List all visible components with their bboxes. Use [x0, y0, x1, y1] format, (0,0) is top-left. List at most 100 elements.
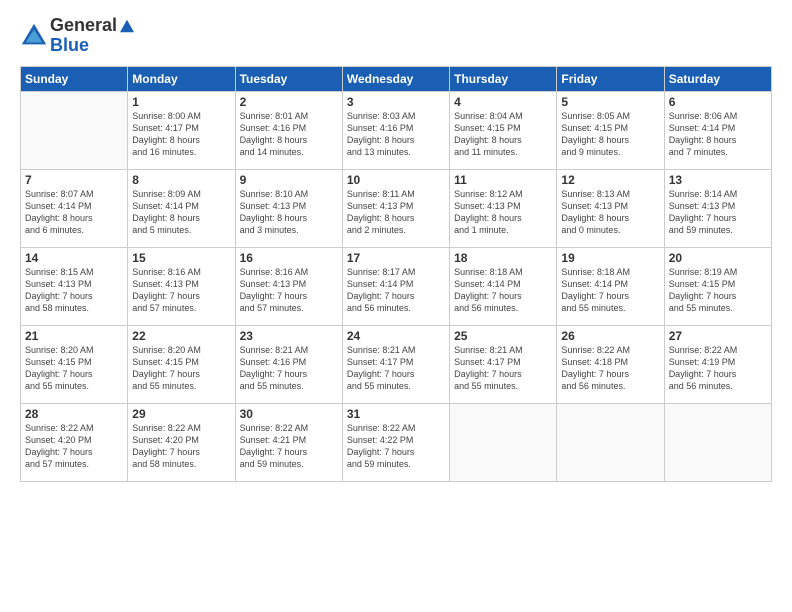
day-cell: 10Sunrise: 8:11 AM Sunset: 4:13 PM Dayli… — [342, 169, 449, 247]
day-cell — [450, 403, 557, 481]
day-number: 17 — [347, 251, 445, 265]
day-info: Sunrise: 8:13 AM Sunset: 4:13 PM Dayligh… — [561, 188, 659, 237]
day-cell: 28Sunrise: 8:22 AM Sunset: 4:20 PM Dayli… — [21, 403, 128, 481]
week-row-4: 28 Sunrise: 8:22 AM Sunset: 4:20 PM Dayli… — [21, 403, 772, 481]
day-info: Sunrise: 8:21 AM Sunset: 4:16 PM Dayligh… — [240, 344, 338, 393]
day-number: 22 — [132, 329, 230, 343]
day-number: 14 — [25, 251, 123, 265]
day-cell: 14Sunrise: 8:15 AM Sunset: 4:13 PM Dayli… — [21, 247, 128, 325]
week-row-2: 14Sunrise: 8:15 AM Sunset: 4:13 PM Dayli… — [21, 247, 772, 325]
day-number: 1 — [132, 95, 230, 109]
day-info: Sunrise: 8:09 AM Sunset: 4:14 PM Dayligh… — [132, 188, 230, 237]
day-number: 24 — [347, 329, 445, 343]
day-info: Sunrise: 8:11 AM Sunset: 4:13 PM Dayligh… — [347, 188, 445, 237]
day-info: Sunrise: 8:22 AM Sunset: 4:18 PM Dayligh… — [561, 344, 659, 393]
day-number: 25 — [454, 329, 552, 343]
day-info: Sunrise: 8:05 AM Sunset: 4:15 PM Dayligh… — [561, 110, 659, 159]
day-number: 7 — [25, 173, 123, 187]
day-number: 2 — [240, 95, 338, 109]
day-number: 16 — [240, 251, 338, 265]
header: GeneralBlue — [20, 16, 772, 56]
day-info: Sunrise: 8:21 AM Sunset: 4:17 PM Dayligh… — [347, 344, 445, 393]
col-header-monday: Monday — [128, 66, 235, 91]
day-number: 29 — [132, 407, 230, 421]
day-number: 20 — [669, 251, 767, 265]
day-cell: 12Sunrise: 8:13 AM Sunset: 4:13 PM Dayli… — [557, 169, 664, 247]
day-cell: 3Sunrise: 8:03 AM Sunset: 4:16 PM Daylig… — [342, 91, 449, 169]
day-cell: 23Sunrise: 8:21 AM Sunset: 4:16 PM Dayli… — [235, 325, 342, 403]
day-cell: 29Sunrise: 8:22 AM Sunset: 4:20 PM Dayli… — [128, 403, 235, 481]
day-cell: 27Sunrise: 8:22 AM Sunset: 4:19 PM Dayli… — [664, 325, 771, 403]
day-info: Sunrise: 8:20 AM Sunset: 4:15 PM Dayligh… — [132, 344, 230, 393]
day-cell: 2Sunrise: 8:01 AM Sunset: 4:16 PM Daylig… — [235, 91, 342, 169]
day-info: Sunrise: 8:16 AM Sunset: 4:13 PM Dayligh… — [240, 266, 338, 315]
day-cell: 6Sunrise: 8:06 AM Sunset: 4:14 PM Daylig… — [664, 91, 771, 169]
day-number: 9 — [240, 173, 338, 187]
page: GeneralBlue SundayMondayTuesdayWednesday… — [0, 0, 792, 612]
day-info: Sunrise: 8:00 AM Sunset: 4:17 PM Dayligh… — [132, 110, 230, 159]
day-number: 6 — [669, 95, 767, 109]
day-cell: 19Sunrise: 8:18 AM Sunset: 4:14 PM Dayli… — [557, 247, 664, 325]
day-cell: 5Sunrise: 8:05 AM Sunset: 4:15 PM Daylig… — [557, 91, 664, 169]
day-number: 18 — [454, 251, 552, 265]
header-row: SundayMondayTuesdayWednesdayThursdayFrid… — [21, 66, 772, 91]
day-number: 28 — [25, 407, 123, 421]
col-header-thursday: Thursday — [450, 66, 557, 91]
day-info: Sunrise: 8:04 AM Sunset: 4:15 PM Dayligh… — [454, 110, 552, 159]
day-cell: 18Sunrise: 8:18 AM Sunset: 4:14 PM Dayli… — [450, 247, 557, 325]
day-number: 19 — [561, 251, 659, 265]
day-info: Sunrise: 8:19 AM Sunset: 4:15 PM Dayligh… — [669, 266, 767, 315]
day-number: 8 — [132, 173, 230, 187]
col-header-friday: Friday — [557, 66, 664, 91]
day-info: Sunrise: 8:14 AM Sunset: 4:13 PM Dayligh… — [669, 188, 767, 237]
day-cell: 25Sunrise: 8:21 AM Sunset: 4:17 PM Dayli… — [450, 325, 557, 403]
day-number: 27 — [669, 329, 767, 343]
day-info: Sunrise: 8:22 AM Sunset: 4:21 PM Dayligh… — [240, 422, 338, 471]
col-header-wednesday: Wednesday — [342, 66, 449, 91]
day-info: Sunrise: 8:22 AM Sunset: 4:22 PM Dayligh… — [347, 422, 445, 471]
day-info: Sunrise: 8:07 AM Sunset: 4:14 PM Dayligh… — [25, 188, 123, 237]
day-info: Sunrise: 8:18 AM Sunset: 4:14 PM Dayligh… — [561, 266, 659, 315]
day-cell — [21, 91, 128, 169]
day-cell: 16Sunrise: 8:16 AM Sunset: 4:13 PM Dayli… — [235, 247, 342, 325]
day-number: 15 — [132, 251, 230, 265]
day-number: 21 — [25, 329, 123, 343]
col-header-saturday: Saturday — [664, 66, 771, 91]
day-cell: 8Sunrise: 8:09 AM Sunset: 4:14 PM Daylig… — [128, 169, 235, 247]
logo-text: GeneralBlue — [50, 16, 135, 56]
day-number: 5 — [561, 95, 659, 109]
col-header-sunday: Sunday — [21, 66, 128, 91]
day-cell: 30Sunrise: 8:22 AM Sunset: 4:21 PM Dayli… — [235, 403, 342, 481]
day-cell: 15Sunrise: 8:16 AM Sunset: 4:13 PM Dayli… — [128, 247, 235, 325]
day-cell — [664, 403, 771, 481]
day-cell: 21Sunrise: 8:20 AM Sunset: 4:15 PM Dayli… — [21, 325, 128, 403]
week-row-0: 1Sunrise: 8:00 AM Sunset: 4:17 PM Daylig… — [21, 91, 772, 169]
day-cell: 7Sunrise: 8:07 AM Sunset: 4:14 PM Daylig… — [21, 169, 128, 247]
day-number: 3 — [347, 95, 445, 109]
logo-icon — [20, 22, 48, 50]
day-cell — [557, 403, 664, 481]
day-info: Sunrise: 8:17 AM Sunset: 4:14 PM Dayligh… — [347, 266, 445, 315]
day-cell: 1Sunrise: 8:00 AM Sunset: 4:17 PM Daylig… — [128, 91, 235, 169]
day-number: 12 — [561, 173, 659, 187]
calendar-table: SundayMondayTuesdayWednesdayThursdayFrid… — [20, 66, 772, 482]
day-number: 23 — [240, 329, 338, 343]
day-number: 30 — [240, 407, 338, 421]
logo: GeneralBlue — [20, 16, 135, 56]
day-cell: 11Sunrise: 8:12 AM Sunset: 4:13 PM Dayli… — [450, 169, 557, 247]
day-info: Sunrise: 8:12 AM Sunset: 4:13 PM Dayligh… — [454, 188, 552, 237]
day-number: 10 — [347, 173, 445, 187]
col-header-tuesday: Tuesday — [235, 66, 342, 91]
day-cell: 17Sunrise: 8:17 AM Sunset: 4:14 PM Dayli… — [342, 247, 449, 325]
day-cell: 26Sunrise: 8:22 AM Sunset: 4:18 PM Dayli… — [557, 325, 664, 403]
day-cell: 24Sunrise: 8:21 AM Sunset: 4:17 PM Dayli… — [342, 325, 449, 403]
day-info: Sunrise: 8:15 AM Sunset: 4:13 PM Dayligh… — [25, 266, 123, 315]
day-info: Sunrise: 8:22 AM Sunset: 4:20 PM Dayligh… — [132, 422, 230, 471]
day-cell: 31Sunrise: 8:22 AM Sunset: 4:22 PM Dayli… — [342, 403, 449, 481]
day-info: Sunrise: 8:20 AM Sunset: 4:15 PM Dayligh… — [25, 344, 123, 393]
day-info: Sunrise: 8:03 AM Sunset: 4:16 PM Dayligh… — [347, 110, 445, 159]
week-row-1: 7Sunrise: 8:07 AM Sunset: 4:14 PM Daylig… — [21, 169, 772, 247]
day-number: 11 — [454, 173, 552, 187]
day-number: 4 — [454, 95, 552, 109]
day-info: Sunrise: 8:01 AM Sunset: 4:16 PM Dayligh… — [240, 110, 338, 159]
